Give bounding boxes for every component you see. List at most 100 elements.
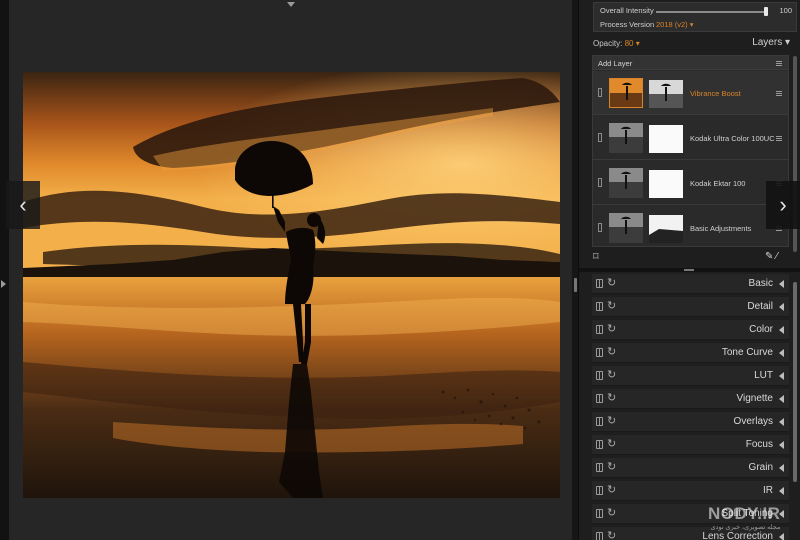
intensity-label: Overall Intensity: [600, 6, 654, 15]
section-focus[interactable]: ↻ Focus: [592, 435, 789, 455]
section-label: Vignette: [736, 393, 773, 404]
adjustments-scrollbar[interactable]: [793, 282, 797, 482]
expand-caret-icon[interactable]: [779, 349, 784, 357]
expand-caret-icon[interactable]: [779, 280, 784, 288]
layer-row-vibrance-boost[interactable]: Vibrance Boost: [593, 71, 788, 115]
layers-list: Add Layer Vibrance Boost Kodak Ultra Col…: [592, 55, 789, 247]
watermark-logo: NODY.IR: [708, 504, 781, 523]
toggle-visibility-icon[interactable]: [596, 371, 603, 380]
toggle-visibility-icon[interactable]: [596, 348, 603, 357]
brush-icon[interactable]: ✎ ⁄: [765, 251, 778, 262]
image-canvas[interactable]: ‹: [0, 0, 578, 540]
expand-caret-icon[interactable]: [779, 303, 784, 311]
toggle-visibility-icon[interactable]: [596, 279, 603, 288]
expand-top-icon[interactable]: [287, 2, 295, 7]
add-layer-button[interactable]: Add Layer: [593, 56, 788, 70]
layer-row-basic-adjustments[interactable]: Basic Adjustments: [593, 206, 788, 250]
section-color[interactable]: ↻ Color: [592, 320, 789, 340]
adjustment-panel: Overall Intensity 100 Process Version 20…: [578, 0, 800, 540]
intensity-slider-thumb[interactable]: [764, 7, 768, 16]
expand-left-icon[interactable]: [1, 280, 6, 288]
layer-options-menu-icon[interactable]: [776, 61, 782, 66]
layer-mask-thumbnail: [649, 215, 683, 243]
reset-icon[interactable]: ↻: [607, 276, 616, 289]
opacity-label: Opacity:: [593, 39, 623, 48]
layer-row-kodak-ultra-color[interactable]: Kodak Ultra Color 100UC: [593, 116, 788, 160]
section-vignette[interactable]: ↻ Vignette: [592, 389, 789, 409]
adjustment-sections: ↻ Basic ↻ Detail ↻ Color ↻ Tone Curve ↻ …: [592, 274, 789, 540]
layer-thumbnail: [609, 123, 643, 153]
intensity-value[interactable]: 100: [779, 6, 792, 15]
divider-grip-icon[interactable]: [684, 269, 694, 271]
section-detail[interactable]: ↻ Detail: [592, 297, 789, 317]
opacity-dropdown[interactable]: 80 ▾: [625, 39, 640, 48]
section-ir[interactable]: ↻ IR: [592, 481, 789, 501]
toggle-visibility-icon[interactable]: [596, 463, 603, 472]
section-tone-curve[interactable]: ↻ Tone Curve: [592, 343, 789, 363]
section-overlays[interactable]: ↻ Overlays: [592, 412, 789, 432]
toggle-visibility-icon[interactable]: [596, 486, 603, 495]
layer-name: Kodak Ektar 100: [690, 179, 746, 188]
reset-icon[interactable]: ↻: [607, 414, 616, 427]
layer-name: Basic Adjustments: [690, 224, 752, 233]
splitter-grip-icon[interactable]: [574, 278, 577, 292]
section-grain[interactable]: ↻ Grain: [592, 458, 789, 478]
drag-handle-icon[interactable]: [598, 88, 602, 97]
expand-caret-icon[interactable]: [779, 487, 784, 495]
watermark-subtitle: مجله تصویری، خبری نودی: [710, 524, 781, 531]
layers-dropdown[interactable]: Layers ▾: [752, 37, 790, 48]
reset-icon[interactable]: ↻: [607, 322, 616, 335]
toggle-visibility-icon[interactable]: [596, 302, 603, 311]
layer-mask-thumbnail: [649, 170, 683, 198]
add-layer-label: Add Layer: [598, 59, 633, 68]
layer-row-kodak-ektar[interactable]: Kodak Ektar 100: [593, 161, 788, 205]
expand-caret-icon[interactable]: [779, 441, 784, 449]
section-label: Tone Curve: [721, 347, 773, 358]
reset-icon[interactable]: ↻: [607, 345, 616, 358]
expand-caret-icon[interactable]: [779, 464, 784, 472]
section-label: Detail: [747, 301, 773, 312]
layer-name: Vibrance Boost: [690, 89, 741, 98]
layer-mask-thumbnail: [649, 80, 683, 108]
toggle-visibility-icon[interactable]: [596, 325, 603, 334]
section-label: Color: [749, 324, 773, 335]
layer-name: Kodak Ultra Color 100UC: [690, 134, 775, 143]
reset-icon[interactable]: ↻: [607, 391, 616, 404]
next-image-button[interactable]: ›: [766, 181, 800, 229]
expand-caret-icon[interactable]: [779, 533, 784, 540]
intensity-slider-track[interactable]: [656, 11, 768, 13]
opacity-control[interactable]: Opacity: 80 ▾: [593, 39, 640, 48]
expand-caret-icon[interactable]: [779, 418, 784, 426]
reset-icon[interactable]: ↻: [607, 506, 616, 519]
crop-icon[interactable]: ⌑: [593, 252, 604, 263]
expand-caret-icon[interactable]: [779, 395, 784, 403]
expand-caret-icon[interactable]: [779, 326, 784, 334]
toggle-visibility-icon[interactable]: [596, 394, 603, 403]
toggle-visibility-icon[interactable]: [596, 417, 603, 426]
reset-icon[interactable]: ↻: [607, 483, 616, 496]
left-panel-toggle[interactable]: [0, 0, 9, 540]
reset-icon[interactable]: ↻: [607, 460, 616, 473]
section-lut[interactable]: ↻ LUT: [592, 366, 789, 386]
chevron-right-icon: ›: [779, 192, 787, 217]
reset-icon[interactable]: ↻: [607, 299, 616, 312]
layer-thumbnail: [609, 213, 643, 243]
layer-menu-icon[interactable]: [776, 91, 782, 96]
reset-icon[interactable]: ↻: [607, 368, 616, 381]
expand-caret-icon[interactable]: [779, 372, 784, 380]
reset-icon[interactable]: ↻: [607, 437, 616, 450]
reset-icon[interactable]: ↻: [607, 529, 616, 540]
toggle-visibility-icon[interactable]: [596, 509, 603, 518]
drag-handle-icon[interactable]: [598, 178, 602, 187]
layer-menu-icon[interactable]: [776, 136, 782, 141]
toggle-visibility-icon[interactable]: [596, 532, 603, 540]
drag-handle-icon[interactable]: [598, 133, 602, 142]
layer-mask-thumbnail: [649, 125, 683, 153]
section-label: Basic: [748, 278, 773, 289]
section-basic[interactable]: ↻ Basic: [592, 274, 789, 294]
process-version-dropdown[interactable]: 2018 (v2) ▾: [656, 20, 694, 29]
section-label: Grain: [748, 462, 773, 473]
toggle-visibility-icon[interactable]: [596, 440, 603, 449]
previous-image-button[interactable]: ‹: [6, 181, 40, 229]
drag-handle-icon[interactable]: [598, 223, 602, 232]
